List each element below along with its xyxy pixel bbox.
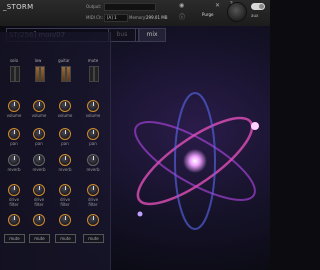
instrument-title: _STORM <box>3 3 34 11</box>
meter-2b <box>40 66 45 82</box>
volume-knob-2[interactable] <box>33 100 45 112</box>
reverb-label-2: reverb <box>32 167 46 172</box>
drive-knob-1[interactable] <box>8 184 20 196</box>
drive-knob-2[interactable] <box>33 184 45 196</box>
mute-button-4[interactable]: mute <box>83 234 104 243</box>
pan-knob-1[interactable] <box>8 128 20 140</box>
midi-channel-select[interactable]: [A] 1 <box>104 14 128 22</box>
mute-button-3[interactable]: mute <box>55 234 76 243</box>
memory-label: Memory: <box>129 15 147 20</box>
drive-knob-3[interactable] <box>59 184 71 196</box>
pan-label-4: pan <box>89 141 97 146</box>
aux-label: aux <box>251 13 259 18</box>
pan-label-3: pan <box>61 141 69 146</box>
mixer-section: solo low guitar mute volume volume volum… <box>0 32 111 270</box>
drive-label-4: drive filter <box>87 197 99 207</box>
meter-1b <box>15 66 20 82</box>
pan-label-1: pan <box>10 141 18 146</box>
filter-knob-3[interactable] <box>59 214 71 226</box>
drive-label-3: drive filter <box>59 197 71 207</box>
volume-knob-3[interactable] <box>59 100 71 112</box>
pan-knob-4[interactable] <box>87 128 99 140</box>
camera-icon[interactable]: ◉ <box>179 2 184 9</box>
close-icon[interactable]: ✕ <box>215 2 220 9</box>
channel-label-1: solo <box>9 58 19 63</box>
pan-knob-2[interactable] <box>33 128 45 140</box>
power-toggle[interactable] <box>251 3 265 10</box>
mute-button-2[interactable]: mute <box>29 234 50 243</box>
filter-knob-1[interactable] <box>8 214 20 226</box>
midi-value: [A] 1 <box>107 15 117 20</box>
volume-label-3: volume <box>57 113 73 118</box>
channel-label-4: mute <box>87 58 99 63</box>
meter-4b <box>94 66 99 82</box>
instrument-panel: ST/256] mon/07 bus mix solo low guitar m… <box>0 26 270 270</box>
output-field[interactable] <box>104 3 156 11</box>
mute-button-1[interactable]: mute <box>4 234 25 243</box>
tab-mix[interactable]: mix <box>138 28 166 42</box>
drive-label-2: drive filter <box>33 197 45 207</box>
drive-label-1: drive filter <box>8 197 20 207</box>
pan-label-2: pan <box>35 141 43 146</box>
pan-knob-3[interactable] <box>59 128 71 140</box>
reverb-knob-2[interactable] <box>33 154 45 166</box>
channel-label-2: low <box>34 58 42 63</box>
volume-knob-1[interactable] <box>8 100 20 112</box>
volume-label-1: volume <box>6 113 22 118</box>
tune-knob[interactable] <box>227 2 247 22</box>
reverb-label-3: reverb <box>58 167 72 172</box>
channel-label-3: guitar <box>58 58 70 63</box>
reverb-knob-4[interactable] <box>87 154 99 166</box>
drive-knob-4[interactable] <box>87 184 99 196</box>
reverb-label-4: reverb <box>86 167 100 172</box>
instrument-header: _STORM Output: MIDI Ch: [A] 1 Memory: 29… <box>0 0 270 27</box>
info-icon[interactable]: ⓘ <box>179 12 185 21</box>
meter-3b <box>66 66 71 82</box>
reverb-label-1: reverb <box>7 167 21 172</box>
reverb-knob-1[interactable] <box>8 154 20 166</box>
filter-knob-2[interactable] <box>33 214 45 226</box>
purge-button[interactable]: Purge <box>202 12 213 17</box>
reverb-knob-3[interactable] <box>59 154 71 166</box>
atom-artwork <box>134 92 259 230</box>
output-label: Output: <box>86 4 102 9</box>
tab-bus[interactable]: bus <box>108 28 136 42</box>
midi-label: MIDI Ch: <box>86 15 103 20</box>
filter-knob-4[interactable] <box>87 214 99 226</box>
volume-label-4: volume <box>85 113 101 118</box>
volume-knob-4[interactable] <box>87 100 99 112</box>
memory-value: 299.01 MB <box>146 15 168 20</box>
volume-label-2: volume <box>31 113 47 118</box>
